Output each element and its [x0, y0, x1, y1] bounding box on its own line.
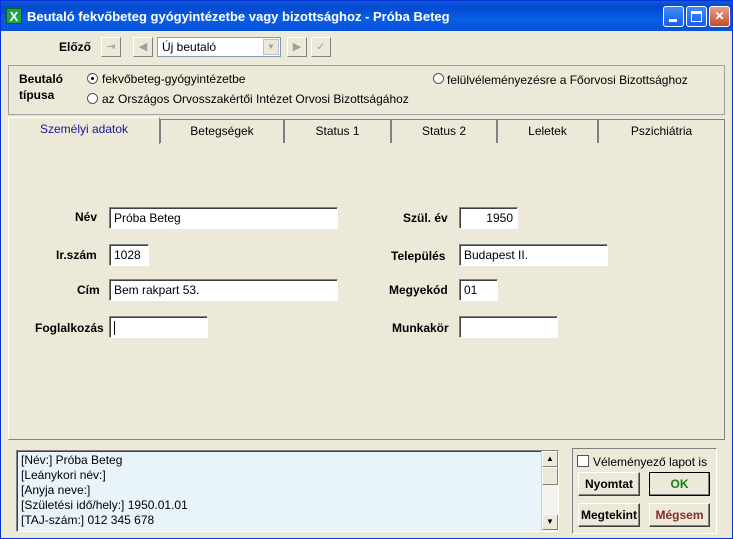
referral-select[interactable]: Új beutaló ▼: [157, 37, 281, 57]
address-label: Cím: [77, 283, 100, 297]
app-icon: X: [6, 8, 22, 24]
preview-button[interactable]: Megtekint: [578, 503, 640, 527]
city-label: Település: [391, 249, 446, 263]
memo-line: [Születési idő/hely:] 1950.01.01: [21, 498, 188, 512]
address-input[interactable]: Bem rakpart 53.: [109, 279, 338, 301]
summary-memo[interactable]: [Név:] Próba Beteg [Leánykori név:] [Any…: [16, 450, 559, 532]
memo-content: [Név:] Próba Beteg [Leánykori név:] [Any…: [21, 453, 188, 528]
title-bar[interactable]: X Beutaló fekvőbeteg gyógyintézetbe vagy…: [1, 1, 732, 31]
zip-label: Ir.szám: [56, 248, 97, 262]
import-button[interactable]: ⇥: [101, 37, 121, 57]
job-label: Munkakör: [392, 321, 449, 335]
tab-findings[interactable]: Leletek: [497, 119, 598, 143]
memo-line: [TAJ-szám:] 012 345 678: [21, 513, 155, 527]
radio-national-institute-label[interactable]: az Országos Orvosszakértői Intézet Orvos…: [102, 92, 409, 106]
radio-review-label[interactable]: felülvéleményezésre a Főorvosi Bizottság…: [447, 73, 688, 87]
county-code-label: Megyekód: [389, 283, 448, 297]
radio-review[interactable]: [433, 73, 444, 84]
checkmark-icon: ✓: [316, 41, 326, 53]
close-button[interactable]: ✕: [709, 6, 730, 27]
occupation-input[interactable]: [109, 316, 208, 338]
cancel-button[interactable]: Mégsem: [649, 503, 710, 527]
prev-label: Előző: [59, 40, 91, 54]
memo-line: [Leánykori név:]: [21, 468, 106, 482]
name-label: Név: [75, 210, 98, 224]
main-window: X Beutaló fekvőbeteg gyógyintézetbe vagy…: [0, 0, 733, 539]
job-input[interactable]: [459, 316, 558, 338]
scroll-down-icon[interactable]: ▼: [542, 514, 558, 530]
birth-year-label: Szül. év: [403, 211, 448, 225]
confirm-button[interactable]: ✓: [311, 37, 331, 57]
tab-status-2[interactable]: Status 2: [391, 119, 497, 143]
text-caret: [114, 320, 115, 335]
scroll-thumb[interactable]: [542, 467, 558, 485]
opinion-sheet-checkbox[interactable]: [577, 455, 589, 467]
opinion-sheet-label[interactable]: Véleményező lapot is: [593, 455, 707, 469]
radio-national-institute[interactable]: [87, 93, 98, 104]
tab-diseases[interactable]: Betegségek: [160, 119, 284, 143]
city-input[interactable]: Budapest II.: [459, 244, 608, 266]
memo-line: [Anyja neve:]: [21, 483, 91, 497]
maximize-icon: [691, 11, 702, 22]
memo-scrollbar[interactable]: ▲ ▼: [541, 451, 558, 531]
minimize-icon: [669, 19, 677, 22]
birth-year-input[interactable]: 1950: [459, 207, 518, 229]
referral-type-label-1: Beutaló: [19, 72, 64, 86]
window-title: Beutaló fekvőbeteg gyógyintézetbe vagy b…: [27, 9, 450, 24]
tab-personal-data[interactable]: Személyi adatok: [8, 117, 160, 144]
occupation-label: Foglalkozás: [35, 321, 104, 335]
memo-line: [Név:] Próba Beteg: [21, 453, 123, 467]
referral-select-value: Új beutaló: [162, 40, 217, 54]
tab-psychiatry[interactable]: Pszichiátria: [598, 119, 725, 143]
referral-type-label-2: típusa: [19, 88, 55, 102]
next-button[interactable]: ▶: [287, 37, 307, 57]
maximize-button[interactable]: [686, 6, 707, 27]
scroll-up-icon[interactable]: ▲: [542, 451, 558, 467]
ok-button[interactable]: OK: [649, 472, 710, 496]
close-icon: ✕: [714, 9, 725, 23]
tab-status-1[interactable]: Status 1: [284, 119, 391, 143]
chevron-down-icon[interactable]: ▼: [263, 39, 279, 55]
zip-input[interactable]: 1028: [109, 244, 149, 266]
minimize-button[interactable]: [663, 6, 684, 27]
name-input[interactable]: Próba Beteg: [109, 207, 338, 229]
print-button[interactable]: Nyomtat: [578, 472, 640, 496]
radio-inpatient-label[interactable]: fekvőbeteg-gyógyintézetbe: [102, 72, 245, 86]
import-icon: ⇥: [106, 41, 116, 53]
triangle-right-icon: ▶: [292, 41, 302, 53]
triangle-left-icon: ◀: [138, 41, 148, 53]
radio-inpatient[interactable]: [87, 73, 98, 84]
previous-button[interactable]: ◀: [133, 37, 153, 57]
county-code-input[interactable]: 01: [459, 279, 498, 301]
